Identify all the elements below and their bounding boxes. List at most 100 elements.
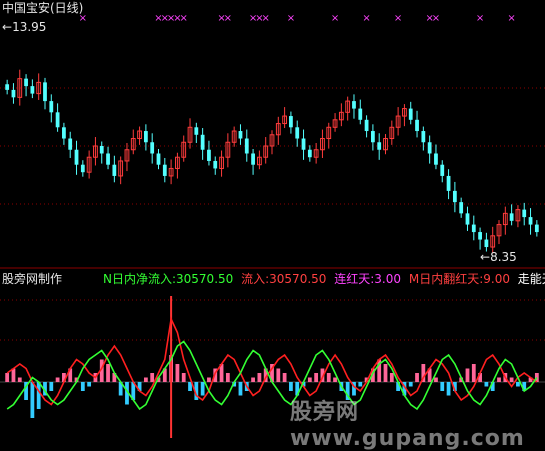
price-high-label: ←13.95 [2,20,47,34]
candle-body [106,153,110,165]
candle-body [49,101,54,113]
candle-body [509,213,514,221]
flow-bar [257,373,262,382]
candle-body [440,164,445,176]
flow-bar [207,377,211,382]
candle-body [200,134,205,150]
candle-body [528,217,533,225]
flow-bar [415,373,419,382]
candle-body [143,131,148,143]
chart-title: 中国宝安(日线) [2,1,84,15]
candle-body [364,119,369,132]
candle-body [471,224,476,233]
candle-body [377,142,382,150]
flow-bar [383,364,388,382]
flow-bar [17,377,22,382]
flow-bar [55,377,60,382]
watermark: 股旁网 www.gupang.com [290,400,525,451]
candle-body [244,138,249,154]
flow-bar [440,382,445,391]
candle-body [238,131,243,139]
flow-bar [30,382,35,418]
flow-bar [282,373,287,382]
top-marker: × [180,13,188,24]
top-marker: × [394,13,402,24]
top-marker: × [331,13,339,24]
candle-body [112,164,117,176]
legend-red-days: 连红天:3.00 [334,272,402,286]
candle-body [99,146,104,154]
legend-inflow: 流入:30570.50 [241,272,327,286]
top-marker: × [507,13,515,24]
legend-walk-days: 走能天: [517,272,545,286]
candle-body [484,239,489,248]
flow-bar [106,364,110,382]
candle-body [194,127,199,135]
top-marker: × [261,13,269,24]
flow-bar [465,368,470,382]
legend-turn-red-days: M日内翻红天:9.00 [408,272,510,286]
flow-bar [333,377,337,382]
candle-body [534,224,539,233]
candle-body [358,108,363,120]
flow-bar [238,382,243,396]
candle-body [465,213,470,225]
candle-body [446,175,451,191]
price-low-value: 8.35 [490,250,517,264]
flow-bar [181,373,186,382]
flow-bar [289,382,293,391]
candle-body [434,153,438,165]
flow-bar [307,377,312,382]
flow-bar [150,373,155,382]
candle-body [427,142,432,154]
candle-body [30,86,35,94]
candle-body [522,209,527,218]
candle-body [452,190,457,203]
flow-bar [200,382,205,396]
flow-bar [408,382,413,387]
price-low-label: ←8.35 [480,250,517,264]
candle-body [459,202,464,214]
candle-body [478,232,482,240]
candle-body [295,127,300,139]
candle-body [408,108,413,120]
candle-body [150,142,155,154]
candle-body [43,82,47,102]
flow-bar [326,373,331,382]
flow-bar [225,373,230,382]
flow-bar [143,377,148,382]
flow-bar [497,377,501,382]
candle-body [5,84,10,90]
candle-body [415,119,419,132]
candle-body [301,138,306,150]
candle-body [371,131,375,143]
flow-bar [5,373,10,382]
candle-body [24,78,28,87]
flow-bar [49,382,54,391]
flow-bar [471,364,476,382]
top-marker: × [287,13,295,24]
candle-body [74,149,79,165]
candle-body [352,101,356,109]
candle-body [421,131,426,143]
flow-bar [358,382,363,387]
flow-bar [36,382,41,409]
candle-body [307,149,312,158]
indicator-name: 股旁网制作 [2,272,63,286]
flow-bar [484,382,489,387]
candle-body [156,153,161,165]
legend-net-inflow: N日内净流入:30570.50 [103,272,234,286]
chart-canvas: × ××××× ×× ××× × × × × ×× × × [0,0,545,445]
flow-bar [434,377,438,382]
flow-bar [175,364,180,382]
price-high-value: 13.95 [12,20,47,34]
candle-body [80,164,85,173]
flow-bar [11,368,16,382]
flow-bar [516,382,520,387]
candle-body [251,153,255,165]
flow-bar [80,382,85,391]
candle-body [62,127,66,139]
flow-bar [389,373,394,382]
candle-body [55,112,60,128]
candle-body [11,89,16,98]
